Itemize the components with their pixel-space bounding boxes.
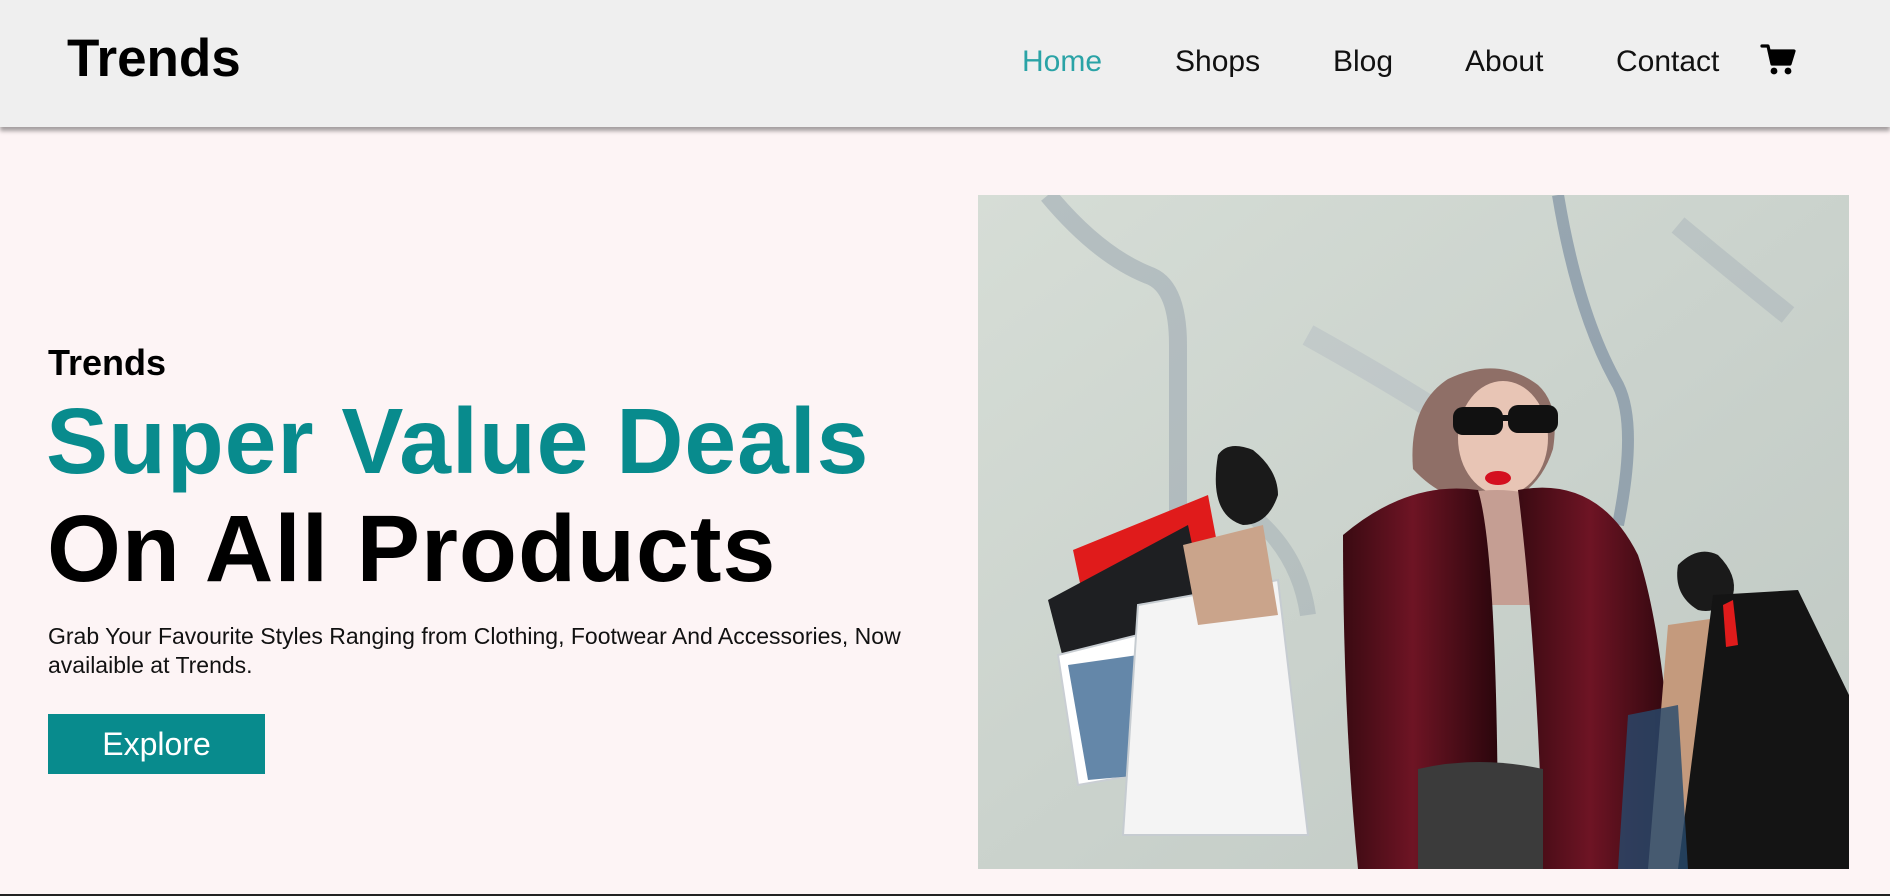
nav-home-link[interactable]: Home — [1022, 44, 1102, 84]
hero-headline: Super Value Deals — [46, 389, 870, 493]
nav-blog-link[interactable]: Blog — [1333, 44, 1393, 84]
hero-subtitle: Trends — [48, 342, 167, 383]
nav-shops-link[interactable]: Shops — [1175, 44, 1260, 84]
explore-button[interactable]: Explore — [48, 714, 265, 774]
top-navigation-bar: Trends Home Shops Blog About Contact — [0, 0, 1890, 127]
shopping-cart-icon-svg — [1760, 44, 1796, 75]
nav-about-link[interactable]: About — [1465, 44, 1543, 84]
brand-logo[interactable]: Trends — [67, 32, 241, 85]
hero-photo-illustration — [978, 195, 1849, 869]
nav-contact-link[interactable]: Contact — [1616, 44, 1719, 84]
shopping-cart-icon[interactable] — [1760, 42, 1796, 78]
hero-image — [978, 195, 1849, 869]
hero-description: Grab Your Favourite Styles Ranging from … — [48, 623, 901, 678]
hero-headline-secondary: On All Products — [47, 496, 777, 602]
